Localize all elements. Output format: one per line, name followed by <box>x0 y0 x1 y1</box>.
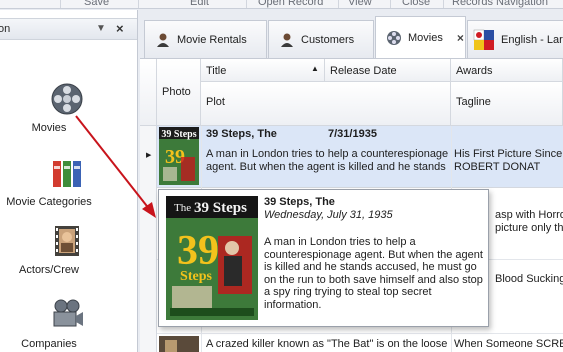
app-window: Save Save Edit Open Record View Close Re… <box>0 0 563 352</box>
tooltip-release-date: Wednesday, July 31, 1935 <box>264 209 393 221</box>
poster-brand-text: The <box>174 202 191 214</box>
tooltip-plot: A man in London tries to help a countere… <box>264 236 483 311</box>
poster-title-number: 39 <box>177 228 219 274</box>
poster-title-word: Steps <box>180 269 212 284</box>
svg-text:39 Steps: 39 Steps <box>194 200 247 216</box>
tooltip-title: 39 Steps, The <box>264 196 335 208</box>
movie-poster-image: The 39 Steps 39 Steps <box>166 196 258 320</box>
movie-preview-tooltip: The 39 Steps 39 Steps 39 Steps, The Wedn… <box>158 189 489 327</box>
